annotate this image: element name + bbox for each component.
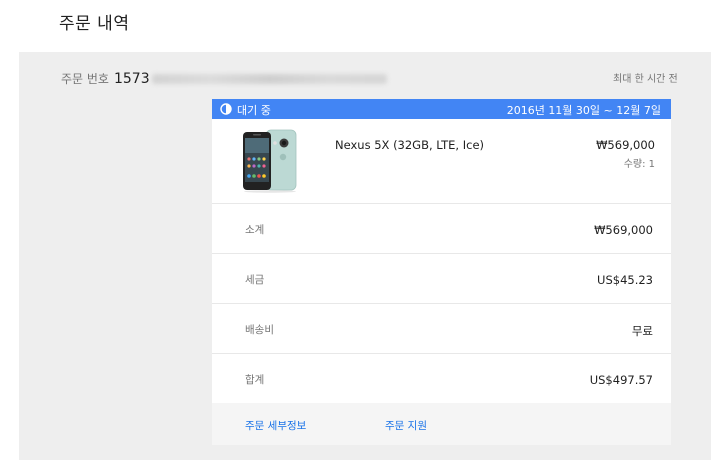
order-item-row: Nexus 5X (32GB, LTE, Ice) ₩569,000 수량: 1 [212, 119, 671, 204]
tax-label: 세금 [245, 274, 265, 286]
half-circle-icon [220, 103, 232, 115]
total-label: 합계 [245, 374, 265, 386]
phone-image [243, 129, 297, 193]
order-time: 최대 한 시간 전 [613, 74, 678, 85]
order-card: 대기 중 2016년 11월 30일 ~ 12월 7일 Nexus 5X (32… [212, 99, 671, 445]
item-price: ₩569,000 [596, 138, 655, 152]
delivery-date-range: 2016년 11월 30일 ~ 12월 7일 [506, 104, 661, 117]
shipping-value: 무료 [631, 324, 653, 338]
tax-value: US$45.23 [597, 273, 653, 287]
order-number: 주문 번호 1573 [61, 70, 387, 87]
item-quantity: 수량: 1 [623, 159, 655, 170]
order-details-link[interactable]: 주문 세부정보 [245, 418, 306, 433]
shipping-row: 배송비 무료 [212, 304, 671, 354]
subtotal-value: ₩569,000 [594, 223, 653, 237]
page-title: 주문 내역 [59, 14, 130, 34]
total-value: US$497.57 [589, 373, 653, 387]
subtotal-label: 소계 [245, 224, 265, 236]
order-number-value: 1573 [113, 71, 150, 87]
subtotal-row: 소계 ₩569,000 [212, 204, 671, 254]
status-bar: 대기 중 2016년 11월 30일 ~ 12월 7일 [212, 99, 671, 119]
page-header: 주문 내역 [19, 0, 711, 52]
tax-row: 세금 US$45.23 [212, 254, 671, 304]
order-number-redacted [151, 73, 387, 84]
order-number-label: 주문 번호 [61, 72, 109, 86]
order-support-link[interactable]: 주문 지원 [385, 418, 427, 433]
shipping-label: 배송비 [245, 324, 274, 336]
status-label: 대기 중 [237, 104, 271, 117]
item-name: Nexus 5X (32GB, LTE, Ice) [335, 138, 485, 152]
total-row: 합계 US$497.57 [212, 354, 671, 404]
order-footer-links: 주문 세부정보 주문 지원 [212, 403, 671, 445]
